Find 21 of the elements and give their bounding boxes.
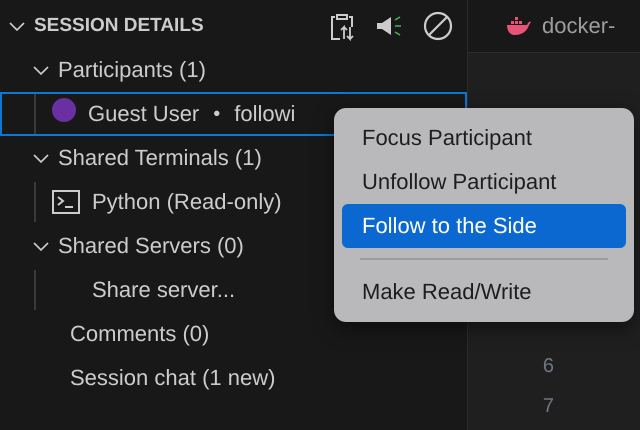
tree-item[interactable]: Comments (0) (70, 321, 210, 347)
tree-item-label[interactable]: Guest User (88, 101, 200, 127)
terminal-icon (52, 190, 80, 214)
line-number: 7 (542, 394, 554, 419)
tree-item-label[interactable]: Python (Read-only) (92, 189, 282, 215)
block-icon[interactable] (423, 11, 453, 41)
tree-group-label[interactable]: Participants (1) (58, 57, 206, 83)
share-server-link[interactable]: Share server... (92, 277, 236, 303)
menu-item[interactable]: Follow to the Side (342, 204, 626, 248)
panel-title: SESSION DETAILS (34, 15, 205, 37)
clipboard-icon[interactable] (329, 11, 355, 41)
tree-group-label[interactable]: Shared Servers (0) (58, 233, 244, 259)
line-number: 6 (542, 354, 554, 379)
menu-item[interactable]: Make Read/Write (342, 270, 626, 314)
tree-item[interactable]: Session chat (1 new) (70, 365, 276, 391)
tree-group-label[interactable]: Shared Terminals (1) (58, 145, 262, 171)
menu-item[interactable]: Unfollow Participant (342, 160, 626, 204)
whale-icon (506, 16, 532, 36)
follow-status: followi (234, 101, 296, 127)
megaphone-icon[interactable] (375, 14, 403, 38)
separator-dot: • (213, 102, 220, 126)
